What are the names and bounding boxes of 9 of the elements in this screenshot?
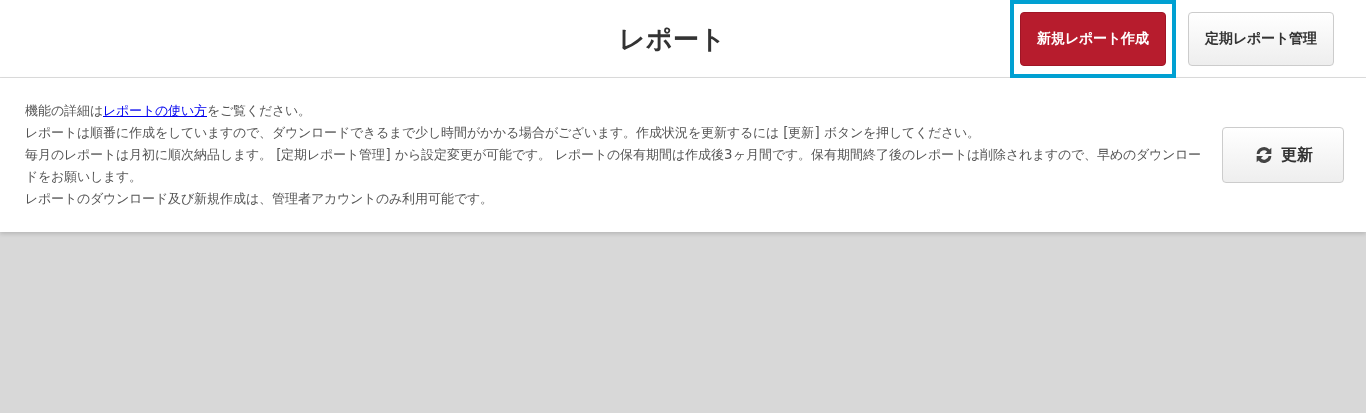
page-title: レポート: [618, 22, 726, 56]
notice-text: レポートのダウンロード及び新規作成は、管理者アカウントのみ利用可能です。: [25, 190, 494, 208]
new-report-button[interactable]: 新規レポート作成: [1020, 12, 1166, 66]
usage-link[interactable]: レポートの使い方: [103, 103, 207, 118]
refresh-button[interactable]: 更新: [1222, 127, 1344, 183]
notice-text: レポートは順番に作成をしていますので、ダウンロードできるまで少し時間がかかる場合がございます。作成状況を更新するには [更新] ボタンを押してください。: [25, 124, 981, 142]
notice-text: 毎月のレポートは月初に順次納品します。 [定期レポート管理] から設定変更が可能です。 レポートの保有期間は作成後3ヶ月間です。保有期間終了後のレポートは削除されますので、早めのダウンロードをお願いします。: [25, 146, 1202, 186]
notice-text: 機能の詳細は レポートの使い方をご覧ください。: [25, 102, 312, 120]
scheduled-report-button[interactable]: 定期レポート管理: [1188, 12, 1334, 66]
